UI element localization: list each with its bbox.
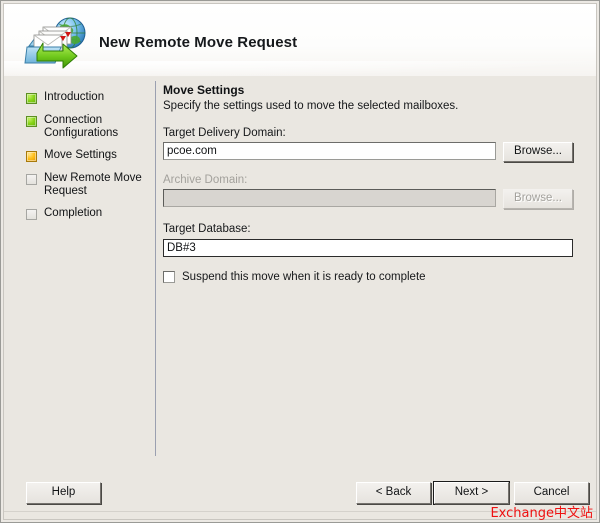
target-database-label: Target Database:	[163, 223, 583, 235]
wizard-step-sidebar: Introduction Connection Configurations M…	[4, 79, 152, 453]
sidebar-item-label: New Remote Move Request	[44, 172, 150, 198]
target-delivery-domain-label: Target Delivery Domain:	[163, 127, 583, 139]
sidebar-content-divider	[155, 81, 156, 456]
sidebar-item-new-remote-move-request[interactable]: New Remote Move Request	[26, 172, 150, 198]
suspend-move-checkbox[interactable]	[163, 271, 175, 283]
remote-move-request-icon	[15, 13, 97, 75]
new-remote-move-request-window: New Remote Move Request Introduction Con…	[0, 0, 600, 523]
step-status-done-icon	[26, 116, 37, 127]
sidebar-item-completion[interactable]: Completion	[26, 207, 150, 220]
pane-subheading: Specify the settings used to move the se…	[163, 100, 583, 112]
next-button[interactable]: Next >	[434, 482, 509, 504]
archive-domain-input	[163, 189, 496, 207]
sidebar-item-label: Move Settings	[44, 149, 117, 162]
browse-archive-domain-button: Browse...	[503, 189, 573, 209]
step-status-done-icon	[26, 93, 37, 104]
pane-heading: Move Settings	[163, 83, 583, 97]
sidebar-item-move-settings[interactable]: Move Settings	[26, 149, 150, 162]
step-status-current-icon	[26, 151, 37, 162]
watermark-text: Exchange中文站	[490, 502, 593, 521]
sidebar-item-connection-configurations[interactable]: Connection Configurations	[26, 114, 150, 140]
target-database-group: Target Database:	[163, 223, 583, 257]
target-database-input[interactable]	[163, 239, 573, 257]
archive-domain-label: Archive Domain:	[163, 174, 583, 186]
page-title: New Remote Move Request	[99, 34, 297, 51]
sidebar-item-label: Connection Configurations	[44, 114, 150, 140]
suspend-move-checkbox-label: Suspend this move when it is ready to co…	[182, 271, 426, 283]
sidebar-item-label: Introduction	[44, 91, 104, 104]
archive-domain-group: Archive Domain: Browse...	[163, 174, 583, 209]
suspend-move-checkbox-row[interactable]: Suspend this move when it is ready to co…	[163, 271, 583, 283]
move-settings-pane: Move Settings Specify the settings used …	[163, 83, 583, 283]
browse-target-delivery-domain-button[interactable]: Browse...	[503, 142, 573, 162]
cancel-button[interactable]: Cancel	[514, 482, 589, 504]
target-delivery-domain-input[interactable]	[163, 142, 496, 160]
step-status-pending-icon	[26, 174, 37, 185]
sidebar-item-introduction[interactable]: Introduction	[26, 91, 150, 104]
target-delivery-domain-group: Target Delivery Domain: Browse...	[163, 127, 583, 162]
sidebar-item-label: Completion	[44, 207, 102, 220]
help-button[interactable]: Help	[26, 482, 101, 504]
back-button[interactable]: < Back	[356, 482, 431, 504]
step-status-pending-icon	[26, 209, 37, 220]
